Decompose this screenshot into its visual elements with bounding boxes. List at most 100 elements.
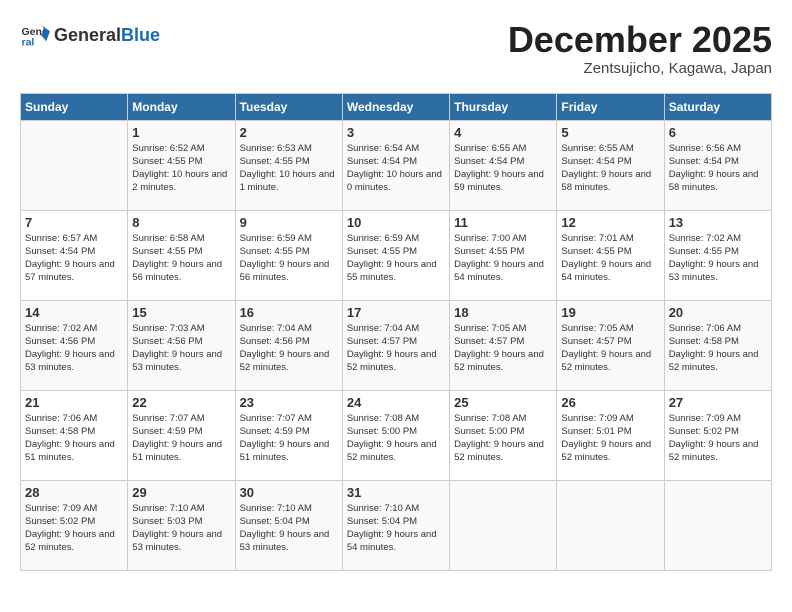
day-info: Sunrise: 7:09 AMSunset: 5:02 PMDaylight:… (669, 412, 767, 465)
calendar-cell: 26 Sunrise: 7:09 AMSunset: 5:01 PMDayligh… (557, 390, 664, 480)
day-info: Sunrise: 7:02 AMSunset: 4:55 PMDaylight:… (669, 232, 767, 285)
day-number: 13 (669, 215, 767, 230)
day-info: Sunrise: 7:10 AMSunset: 5:04 PMDaylight:… (240, 502, 338, 555)
calendar-week-row: 7 Sunrise: 6:57 AMSunset: 4:54 PMDaylight… (21, 210, 772, 300)
calendar-week-row: 1 Sunrise: 6:52 AMSunset: 4:55 PMDaylight… (21, 120, 772, 210)
day-number: 15 (132, 305, 230, 320)
day-info: Sunrise: 7:00 AMSunset: 4:55 PMDaylight:… (454, 232, 552, 285)
logo-text-blue: Blue (121, 25, 160, 46)
calendar-cell (664, 480, 771, 570)
day-info: Sunrise: 6:52 AMSunset: 4:55 PMDaylight:… (132, 142, 230, 195)
calendar-cell: 30Sunrise: 7:10 AMSunset: 5:04 PMDayligh… (235, 480, 342, 570)
calendar-cell: 28 Sunrise: 7:09 AMSunset: 5:02 PMDayligh… (21, 480, 128, 570)
calendar-cell: 29 Sunrise: 7:10 AMSunset: 5:03 PMDayligh… (128, 480, 235, 570)
day-info: Sunrise: 6:57 AMSunset: 4:54 PMDaylight:… (25, 232, 123, 285)
day-number: 9 (240, 215, 338, 230)
day-number: 19 (561, 305, 659, 320)
calendar-cell: 2Sunrise: 6:53 AMSunset: 4:55 PMDaylight… (235, 120, 342, 210)
day-number: 17 (347, 305, 445, 320)
calendar-cell: 19Sunrise: 7:05 AMSunset: 4:57 PMDayligh… (557, 300, 664, 390)
calendar-cell: 1 Sunrise: 6:52 AMSunset: 4:55 PMDaylight… (128, 120, 235, 210)
day-number: 5 (561, 125, 659, 140)
day-number: 31 (347, 485, 445, 500)
day-info: Sunrise: 7:04 AMSunset: 4:56 PMDaylight:… (240, 322, 338, 375)
day-info: Sunrise: 7:07 AMSunset: 4:59 PMDaylight:… (132, 412, 230, 465)
page-header: Gene ral General Blue December 2025 Zent… (20, 20, 772, 77)
day-info: Sunrise: 7:09 AMSunset: 5:01 PMDaylight:… (561, 412, 659, 465)
calendar-cell: 21 Sunrise: 7:06 AMSunset: 4:58 PMDayligh… (21, 390, 128, 480)
day-number: 28 (25, 485, 123, 500)
calendar-cell: 18Sunrise: 7:05 AMSunset: 4:57 PMDayligh… (450, 300, 557, 390)
logo: Gene ral General Blue (20, 20, 160, 50)
day-number: 25 (454, 395, 552, 410)
day-info: Sunrise: 6:59 AMSunset: 4:55 PMDaylight:… (240, 232, 338, 285)
day-number: 11 (454, 215, 552, 230)
day-number: 22 (132, 395, 230, 410)
day-number: 23 (240, 395, 338, 410)
day-info: Sunrise: 7:10 AMSunset: 5:03 PMDaylight:… (132, 502, 230, 555)
calendar-cell: 5 Sunrise: 6:55 AMSunset: 4:54 PMDaylight… (557, 120, 664, 210)
header-wednesday: Wednesday (342, 93, 449, 120)
calendar-cell (450, 480, 557, 570)
day-info: Sunrise: 7:06 AMSunset: 4:58 PMDaylight:… (25, 412, 123, 465)
header-friday: Friday (557, 93, 664, 120)
calendar-cell: 16 Sunrise: 7:04 AMSunset: 4:56 PMDayligh… (235, 300, 342, 390)
calendar-cell: 12 Sunrise: 7:01 AMSunset: 4:55 PMDayligh… (557, 210, 664, 300)
calendar-table: SundayMondayTuesdayWednesdayThursdayFrid… (20, 93, 772, 571)
day-number: 12 (561, 215, 659, 230)
day-number: 21 (25, 395, 123, 410)
header-monday: Monday (128, 93, 235, 120)
day-number: 29 (132, 485, 230, 500)
logo-icon: Gene ral (20, 20, 50, 50)
calendar-cell (557, 480, 664, 570)
calendar-cell: 14 Sunrise: 7:02 AMSunset: 4:56 PMDayligh… (21, 300, 128, 390)
day-number: 27 (669, 395, 767, 410)
calendar-cell: 13 Sunrise: 7:02 AMSunset: 4:55 PMDayligh… (664, 210, 771, 300)
day-info: Sunrise: 7:07 AMSunset: 4:59 PMDaylight:… (240, 412, 338, 465)
day-number: 7 (25, 215, 123, 230)
calendar-cell: 6 Sunrise: 6:56 AMSunset: 4:54 PMDaylight… (664, 120, 771, 210)
day-info: Sunrise: 6:56 AMSunset: 4:54 PMDaylight:… (669, 142, 767, 195)
calendar-cell: 20Sunrise: 7:06 AMSunset: 4:58 PMDayligh… (664, 300, 771, 390)
calendar-week-row: 28 Sunrise: 7:09 AMSunset: 5:02 PMDayligh… (21, 480, 772, 570)
calendar-cell: 23 Sunrise: 7:07 AMSunset: 4:59 PMDayligh… (235, 390, 342, 480)
day-number: 6 (669, 125, 767, 140)
day-number: 14 (25, 305, 123, 320)
day-number: 26 (561, 395, 659, 410)
header-thursday: Thursday (450, 93, 557, 120)
calendar-week-row: 21 Sunrise: 7:06 AMSunset: 4:58 PMDayligh… (21, 390, 772, 480)
calendar-header-row: SundayMondayTuesdayWednesdayThursdayFrid… (21, 93, 772, 120)
calendar-cell: 7 Sunrise: 6:57 AMSunset: 4:54 PMDaylight… (21, 210, 128, 300)
day-info: Sunrise: 7:03 AMSunset: 4:56 PMDaylight:… (132, 322, 230, 375)
day-number: 20 (669, 305, 767, 320)
day-number: 18 (454, 305, 552, 320)
day-info: Sunrise: 7:02 AMSunset: 4:56 PMDaylight:… (25, 322, 123, 375)
day-number: 16 (240, 305, 338, 320)
header-saturday: Saturday (664, 93, 771, 120)
calendar-cell: 15 Sunrise: 7:03 AMSunset: 4:56 PMDayligh… (128, 300, 235, 390)
calendar-cell: 10Sunrise: 6:59 AMSunset: 4:55 PMDayligh… (342, 210, 449, 300)
day-number: 3 (347, 125, 445, 140)
day-info: Sunrise: 7:04 AMSunset: 4:57 PMDaylight:… (347, 322, 445, 375)
day-info: Sunrise: 7:08 AMSunset: 5:00 PMDaylight:… (454, 412, 552, 465)
day-info: Sunrise: 6:59 AMSunset: 4:55 PMDaylight:… (347, 232, 445, 285)
header-tuesday: Tuesday (235, 93, 342, 120)
calendar-cell: 27 Sunrise: 7:09 AMSunset: 5:02 PMDayligh… (664, 390, 771, 480)
day-number: 8 (132, 215, 230, 230)
day-info: Sunrise: 7:10 AMSunset: 5:04 PMDaylight:… (347, 502, 445, 555)
day-info: Sunrise: 6:55 AMSunset: 4:54 PMDaylight:… (454, 142, 552, 195)
day-info: Sunrise: 6:55 AMSunset: 4:54 PMDaylight:… (561, 142, 659, 195)
location-subtitle: Zentsujicho, Kagawa, Japan (508, 60, 772, 77)
day-number: 24 (347, 395, 445, 410)
day-info: Sunrise: 7:09 AMSunset: 5:02 PMDaylight:… (25, 502, 123, 555)
day-info: Sunrise: 6:53 AMSunset: 4:55 PMDaylight:… (240, 142, 338, 195)
day-number: 4 (454, 125, 552, 140)
logo-text-general: General (54, 25, 121, 46)
header-sunday: Sunday (21, 93, 128, 120)
day-info: Sunrise: 6:54 AMSunset: 4:54 PMDaylight:… (347, 142, 445, 195)
calendar-cell: 31 Sunrise: 7:10 AMSunset: 5:04 PMDayligh… (342, 480, 449, 570)
day-info: Sunrise: 7:01 AMSunset: 4:55 PMDaylight:… (561, 232, 659, 285)
day-number: 1 (132, 125, 230, 140)
day-info: Sunrise: 7:08 AMSunset: 5:00 PMDaylight:… (347, 412, 445, 465)
title-block: December 2025 Zentsujicho, Kagawa, Japan (508, 20, 772, 77)
